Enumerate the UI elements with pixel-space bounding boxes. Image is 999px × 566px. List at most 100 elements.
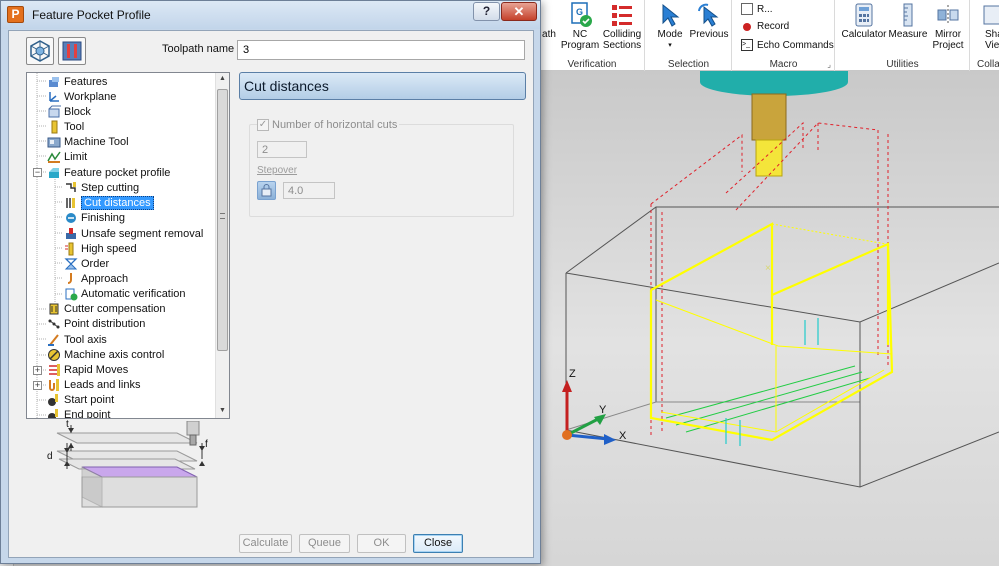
utilities-group-label: Utilities [886, 59, 919, 70]
tree-item-tool[interactable]: Tool [47, 119, 84, 134]
strategy-tree: − + + Features Workplane Block Tool Mach… [26, 72, 230, 419]
tree-item-order[interactable]: Order [64, 256, 109, 271]
record-icon [743, 22, 751, 31]
workplane-icon [49, 91, 59, 102]
checkbox-check-icon[interactable]: ✓ [257, 119, 269, 131]
tree-item-feature-pocket-profile[interactable]: Feature pocket profile [47, 165, 170, 180]
record-macro-button[interactable]: Record [741, 21, 789, 32]
colliding-label-line2: Sections [602, 40, 642, 51]
tree-item-features[interactable]: Features [47, 74, 107, 89]
tool-icon [51, 120, 58, 133]
cut-distances-diagram [56, 421, 205, 508]
toolpath-button[interactable]: ath [540, 0, 558, 40]
stepover-input[interactable] [283, 182, 335, 199]
number-of-cuts-input[interactable] [257, 141, 307, 158]
toolpath [649, 222, 894, 442]
tree-collapse-feature-pocket[interactable]: − [33, 168, 42, 177]
machine-axis-icon [48, 348, 60, 361]
tree-item-limit[interactable]: Limit [47, 149, 87, 164]
measure-icon [903, 3, 913, 27]
calculator-label: Calculator [841, 29, 887, 40]
diagram-label-f: f [205, 439, 208, 450]
tree-item-rapid-moves[interactable]: Rapid Moves [47, 362, 128, 377]
graphics-viewport[interactable]: × Z Y X [540, 71, 999, 566]
tree-scrollbar[interactable]: ▲ ▼ [215, 73, 229, 418]
cut-distances-icon [66, 197, 75, 208]
toolpath-name-input[interactable] [237, 40, 525, 60]
tree-item-end-point[interactable]: End point [47, 407, 110, 418]
leads-links-icon [49, 378, 59, 391]
share-view-button[interactable]: Sha Vie [975, 0, 999, 51]
tree-item-label: Workplane [64, 90, 117, 103]
tree-item-label: Tool [64, 120, 85, 133]
share-label-line1: Sha [985, 29, 999, 40]
previous-button[interactable]: Previous [688, 0, 730, 40]
end-point-icon [48, 408, 58, 418]
limit-icon [47, 151, 61, 163]
selection-group-label: Selection [667, 59, 710, 70]
tree-expand-rapid-moves[interactable]: + [33, 366, 42, 375]
calculator-button[interactable]: Calculator [840, 0, 888, 40]
tree-item-automatic-verification[interactable]: Automatic verification [64, 286, 186, 301]
window-close-button[interactable]: ✕ [501, 2, 537, 21]
help-button[interactable]: ? [473, 2, 500, 21]
tree-item-tool-axis[interactable]: Tool axis [47, 332, 107, 347]
scroll-thumb[interactable] [217, 89, 228, 351]
mirror-label-line2: Project [932, 40, 964, 51]
ribbon-group-macro: R... Record >_ Echo Commands Macro ⌟ [733, 0, 835, 71]
dialog-titlebar[interactable]: P Feature Pocket Profile ? ✕ [1, 1, 540, 29]
collaboration-group-label: Colla [977, 59, 999, 70]
tool-shank [751, 93, 787, 141]
stepover-lock-button[interactable] [257, 181, 276, 200]
tree-item-approach[interactable]: Approach [64, 271, 128, 286]
close-button[interactable]: Close [413, 534, 463, 553]
macro-dialog-launcher-icon[interactable]: ⌟ [827, 60, 831, 69]
tree-item-step-cutting[interactable]: Step cutting [64, 180, 139, 195]
queue-button[interactable]: Queue [299, 534, 350, 553]
measure-button[interactable]: Measure [888, 0, 928, 40]
tree-item-label: Feature pocket profile [64, 166, 171, 179]
mode-cursor-icon [662, 3, 680, 27]
ribbon-group-utilities: Calculator Measure Mirror Project Utilit… [836, 0, 970, 71]
tree-item-machine-tool[interactable]: Machine Tool [47, 134, 129, 149]
tree-item-finishing[interactable]: Finishing [64, 210, 125, 225]
tree-item-unsafe-segment-removal[interactable]: Unsafe segment removal [64, 226, 203, 241]
feature-selection-button[interactable] [26, 37, 54, 65]
tool-tip [755, 139, 783, 177]
axis-triad [562, 380, 616, 445]
nc-program-button[interactable]: G NC Program [560, 0, 600, 51]
tree-item-label: Cut distances [81, 195, 154, 210]
number-of-cuts-checkbox[interactable]: ✓ Number of horizontal cuts [257, 119, 400, 131]
tree-item-label: Finishing [81, 211, 126, 224]
tree-item-label: Step cutting [81, 181, 140, 194]
tree-item-cut-distances[interactable]: Cut distances [64, 195, 154, 210]
echo-commands-icon: >_ [741, 39, 753, 51]
tree-item-high-speed[interactable]: High speed [64, 241, 137, 256]
mirror-label-line1: Mirror [934, 29, 962, 40]
tree-item-label: Features [64, 75, 108, 88]
tool-position-marker: × [765, 263, 771, 274]
tree-item-cutter-compensation[interactable]: Cutter compensation [47, 301, 166, 316]
path-label: ath [542, 29, 556, 40]
previous-cursor-icon [698, 3, 719, 27]
colliding-sections-button[interactable]: Colliding Sections [600, 0, 644, 51]
echo-commands-button[interactable]: >_ Echo Commands [741, 39, 834, 51]
tree-item-block[interactable]: Block [47, 104, 91, 119]
ok-button[interactable]: OK [357, 534, 406, 553]
scroll-up-icon[interactable]: ▲ [219, 75, 226, 82]
tree-item-workplane[interactable]: Workplane [47, 89, 116, 104]
tree-item-label: Approach [81, 272, 129, 285]
calculate-button[interactable]: Calculate [239, 534, 292, 553]
tree-item-start-point[interactable]: Start point [47, 392, 114, 407]
pocket-type-button[interactable] [58, 37, 86, 65]
run-macro-button[interactable]: R... [741, 3, 773, 15]
tree-item-leads-and-links[interactable]: Leads and links [47, 377, 140, 392]
tree-item-point-distribution[interactable]: Point distribution [47, 316, 145, 331]
point-distribution-icon [48, 319, 60, 328]
scroll-down-icon[interactable]: ▼ [219, 407, 226, 414]
tree-expand-leads-links[interactable]: + [33, 381, 42, 390]
mirror-project-button[interactable]: Mirror Project [928, 0, 968, 51]
tree-item-machine-axis-control[interactable]: Machine axis control [47, 347, 164, 362]
mode-button[interactable]: Mode ▾ [652, 0, 688, 51]
record-label: Record [757, 21, 790, 32]
